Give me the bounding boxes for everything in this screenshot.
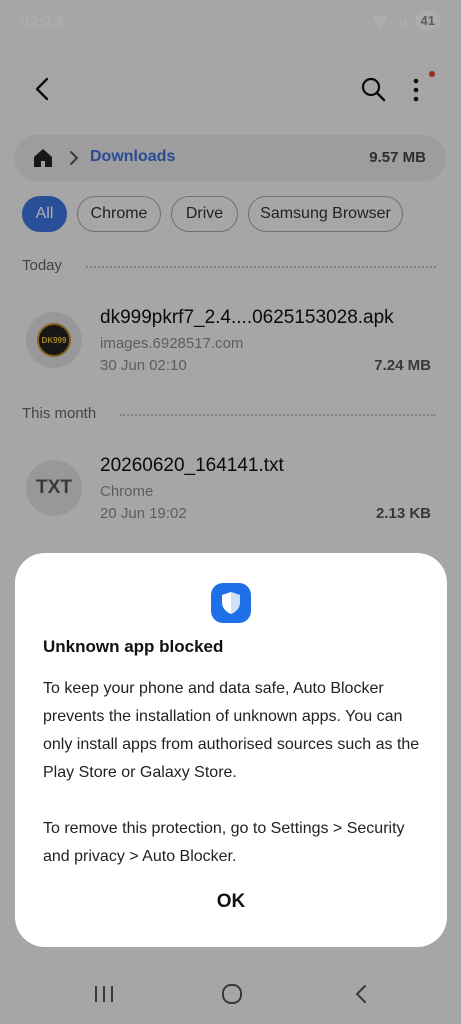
auto-blocker-dialog: Unknown app blocked To keep your phone a… (15, 553, 447, 947)
file-manager-screen: 02:13 41 Downloads 9.57 MB All Chrome Dr… (0, 0, 461, 1024)
ok-button[interactable]: OK (181, 881, 281, 923)
dialog-title: Unknown app blocked (43, 637, 224, 656)
shield-icon (211, 583, 251, 623)
dialog-message: To keep your phone and data safe, Auto B… (43, 680, 420, 865)
